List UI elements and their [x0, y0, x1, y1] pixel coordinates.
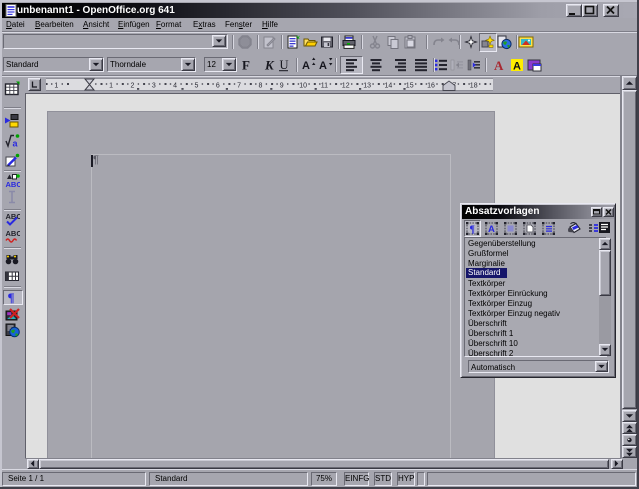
svg-text:15: 15: [406, 83, 414, 90]
svg-text:16: 16: [427, 83, 435, 90]
svg-text:14: 14: [385, 83, 393, 90]
svg-text:4: 4: [173, 83, 177, 90]
svg-text:11: 11: [321, 83, 328, 90]
svg-text:ABC: ABC: [6, 229, 21, 238]
svg-text:1: 1: [109, 83, 113, 90]
svg-text:7: 7: [237, 83, 241, 90]
svg-text:A: A: [488, 224, 495, 235]
svg-text:A: A: [513, 61, 521, 73]
svg-text:9: 9: [280, 83, 284, 90]
svg-text:¶: ¶: [8, 290, 15, 305]
svg-text:5: 5: [194, 83, 198, 90]
svg-text:12: 12: [342, 83, 350, 90]
svg-text:A: A: [494, 58, 504, 73]
svg-text:3: 3: [152, 83, 156, 90]
svg-text:¶: ¶: [470, 225, 475, 236]
svg-text:ABC: ABC: [6, 212, 21, 221]
svg-text:18: 18: [470, 83, 478, 90]
svg-text:13: 13: [363, 83, 371, 90]
svg-text:U: U: [280, 58, 289, 72]
svg-text:A: A: [319, 60, 327, 72]
svg-text:8: 8: [258, 83, 262, 90]
svg-text:F: F: [242, 58, 250, 73]
svg-text:A: A: [302, 60, 310, 72]
svg-text:1: 1: [54, 83, 58, 90]
svg-text:6: 6: [216, 83, 220, 90]
svg-text:2: 2: [130, 83, 134, 90]
svg-text:a: a: [13, 139, 19, 149]
svg-text:10: 10: [299, 83, 307, 90]
svg-text:K: K: [264, 58, 275, 73]
